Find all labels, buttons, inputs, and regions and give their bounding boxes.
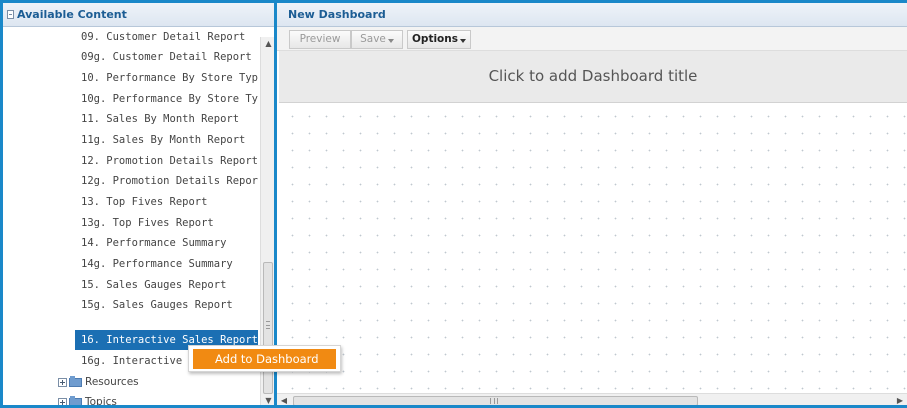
tree-item-report[interactable]: 13. Top Fives Report	[75, 192, 258, 212]
chevron-down-icon	[387, 39, 394, 43]
context-menu: Add to Dashboard	[188, 345, 341, 372]
dashboard-header: New Dashboard	[277, 3, 907, 27]
dashboard-horizontal-scrollbar[interactable]: ◀ ▶	[277, 393, 907, 405]
tree-item-report[interactable]: 12. Promotion Details Report	[75, 151, 258, 171]
tree-item-report[interactable]: 11g. Sales By Month Report	[75, 130, 258, 150]
scroll-down-icon[interactable]: ▼	[261, 394, 275, 405]
scroll-left-icon[interactable]: ◀	[277, 394, 291, 405]
options-button[interactable]: Options	[407, 30, 471, 49]
save-label: Save	[360, 33, 386, 45]
tree-item-report[interactable]: 14. Performance Summary	[75, 233, 258, 253]
grip-icon	[266, 321, 270, 329]
tree-item-report[interactable]: 09. Customer Detail Report	[75, 27, 258, 47]
add-to-dashboard-menu-item[interactable]: Add to Dashboard	[193, 349, 336, 369]
dashboard-canvas[interactable]	[279, 104, 907, 393]
dashboard-panel-title: New Dashboard	[288, 8, 386, 21]
dashboard-toolbar: Preview Save Options	[277, 27, 907, 51]
chevron-down-icon	[460, 39, 466, 43]
tree-item-report[interactable]: 13g. Top Fives Report	[75, 213, 258, 233]
folder-label: Topics	[85, 396, 117, 408]
tree-item-report[interactable]: 12g. Promotion Details Report	[75, 171, 258, 191]
tree-item-report[interactable]: 15. Sales Gauges Report	[75, 275, 258, 295]
collapse-icon[interactable]	[7, 10, 14, 19]
available-content-title: Available Content	[17, 8, 127, 21]
grip-icon	[490, 398, 498, 404]
save-button[interactable]: Save	[351, 30, 403, 49]
tree-item-report[interactable]: 10. Performance By Store Type	[75, 68, 258, 88]
scrollbar-thumb[interactable]	[263, 262, 273, 394]
scroll-right-icon[interactable]: ▶	[893, 394, 907, 405]
tree-folder-topics[interactable]: Topics	[58, 393, 117, 408]
tree-item-report[interactable]: 15g. Sales Gauges Report	[75, 295, 258, 315]
tree-item-report[interactable]: 11. Sales By Month Report	[75, 109, 258, 129]
preview-label: Preview	[299, 33, 341, 45]
tree-folder-resources[interactable]: Resources	[58, 373, 139, 391]
available-content-header[interactable]: Available Content	[3, 3, 275, 27]
dashboard-title-placeholder[interactable]: Click to add Dashboard title	[279, 51, 907, 103]
tree-item-report[interactable]: 10g. Performance By Store Type	[75, 89, 258, 109]
folder-label: Resources	[85, 376, 139, 388]
expand-icon[interactable]	[58, 397, 67, 405]
preview-button[interactable]: Preview	[289, 30, 351, 49]
scroll-up-icon[interactable]: ▲	[261, 37, 275, 51]
tree-item-report[interactable]: 09g. Customer Detail Report	[75, 47, 258, 67]
options-label: Options	[412, 33, 458, 45]
folder-icon	[69, 395, 82, 405]
tree-item-report[interactable]: 14g. Performance Summary	[75, 254, 258, 274]
dashboard-panel: New Dashboard Preview Save Options Click…	[274, 0, 907, 408]
expand-icon[interactable]	[58, 377, 67, 387]
scrollbar-thumb[interactable]	[293, 396, 698, 405]
folder-icon	[69, 375, 82, 387]
